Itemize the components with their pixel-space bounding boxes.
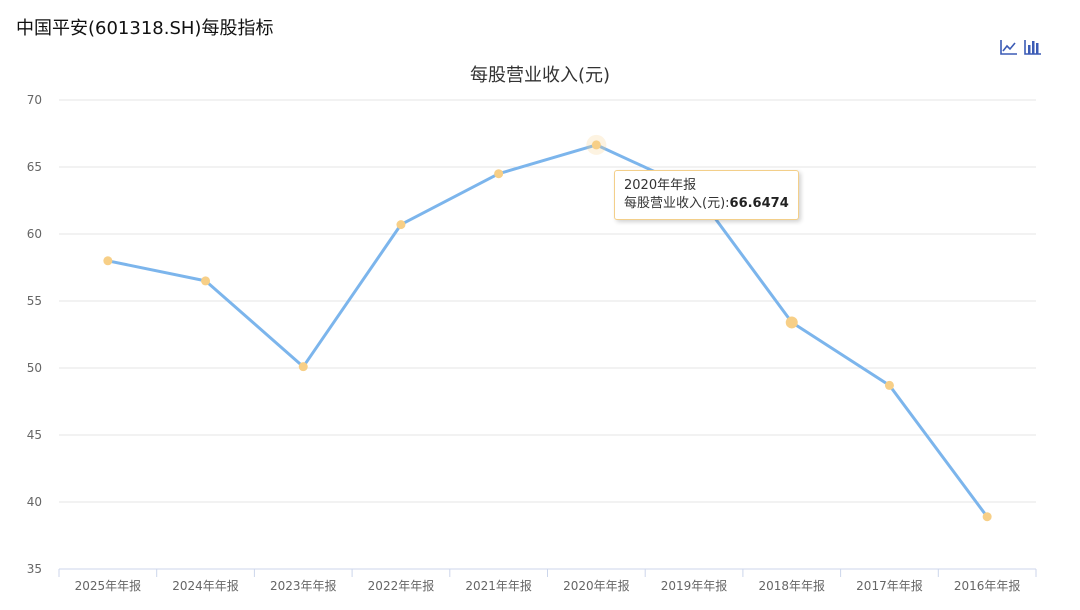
y-tick-label: 55 xyxy=(27,294,42,308)
x-tick-label: 2017年年报 xyxy=(856,578,923,593)
data-point xyxy=(103,256,113,266)
x-tick-label: 2018年年报 xyxy=(758,578,825,593)
y-tick-label: 60 xyxy=(27,227,42,241)
tooltip-value-line: 每股营业收入(元):66.6474 xyxy=(624,195,789,213)
chart-container: 每股营业收入(元) 35 40 45 50 55 60 65 70 2025年年报 2024年年报 2… xyxy=(0,55,1080,606)
x-tick-label: 2024年年报 xyxy=(172,578,239,593)
y-tick-label: 45 xyxy=(27,428,42,442)
tooltip-value: 66.6474 xyxy=(729,196,789,211)
x-tick-label: 2016年年报 xyxy=(954,578,1021,593)
x-tick-label: 2025年年报 xyxy=(75,578,142,593)
tooltip-category: 2020年年报 xyxy=(624,178,697,193)
data-point xyxy=(396,220,406,230)
y-tick-label: 50 xyxy=(27,361,42,375)
x-tick-label: 2019年年报 xyxy=(661,578,728,593)
x-tick-label: 2020年年报 xyxy=(563,578,630,593)
y-tick-label: 35 xyxy=(27,562,42,576)
y-tick-label: 70 xyxy=(27,93,42,107)
series-line xyxy=(107,143,989,518)
line-chart: 每股营业收入(元) 35 40 45 50 55 60 65 70 2025年年报 2024年年报 2… xyxy=(27,65,1037,593)
data-point xyxy=(785,316,798,329)
x-tick-label: 2022年年报 xyxy=(368,578,435,593)
data-point xyxy=(982,512,992,522)
x-tick-label: 2023年年报 xyxy=(270,578,337,593)
bar-chart-icon[interactable] xyxy=(1024,38,1042,56)
tooltip-series-label: 每股营业收入(元): xyxy=(624,196,730,211)
data-point xyxy=(298,362,308,372)
data-point xyxy=(201,276,211,286)
x-tick-label: 2021年年报 xyxy=(465,578,532,593)
y-tick-label: 40 xyxy=(27,495,42,509)
chart-title: 每股营业收入(元) xyxy=(470,65,610,86)
y-tick-label: 65 xyxy=(27,160,42,174)
data-point xyxy=(591,140,601,150)
chart-tooltip: 2020年年报 每股营业收入(元):66.6474 xyxy=(614,170,799,220)
data-point xyxy=(884,380,894,390)
data-point xyxy=(494,169,504,179)
line-chart-icon[interactable] xyxy=(1000,38,1018,56)
page-title: 中国平安(601318.SH)每股指标 xyxy=(16,18,274,39)
chart-type-toolbar xyxy=(1000,38,1042,56)
